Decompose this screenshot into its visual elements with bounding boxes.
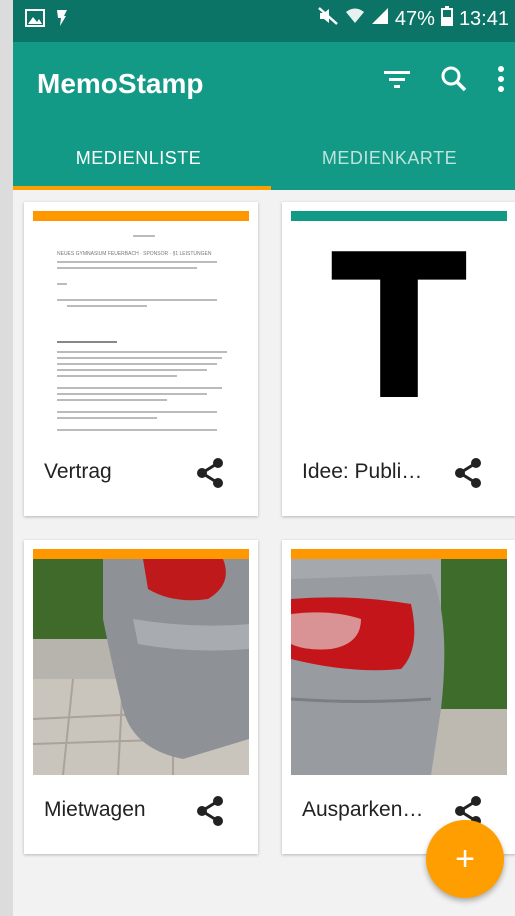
card-title: Ausparken…: [302, 798, 424, 821]
plus-icon: +: [455, 839, 475, 878]
card-accent-bar: [33, 549, 249, 559]
tab-indicator: [13, 186, 271, 190]
screen: 47% 13:41 MemoStamp MEDIENLISTE MEDIENKA…: [13, 0, 515, 916]
wifi-icon: [345, 7, 365, 31]
photo-thumbnail: [291, 559, 507, 775]
thumb-letter: T: [330, 221, 468, 437]
app-title: MemoStamp: [37, 68, 204, 99]
document-header-text: NEUES GYMNASIUM FEUERBACH · SPONSOR · §1…: [57, 251, 212, 257]
status-bar: 47% 13:41: [13, 0, 515, 42]
card-title: Mietwagen: [44, 798, 146, 821]
photo-thumbnail: [33, 559, 249, 775]
signal-icon: [371, 7, 389, 31]
app-bar: MemoStamp: [13, 42, 515, 126]
share-icon[interactable]: [454, 458, 482, 493]
app-notification-icon: [55, 8, 69, 33]
clock: 13:41: [458, 7, 509, 30]
document-thumbnail: NEUES GYMNASIUM FEUERBACH · SPONSOR · §1…: [33, 221, 249, 437]
tab-bar: MEDIENLISTE MEDIENKARTE: [13, 126, 515, 190]
card-accent-bar: [291, 211, 507, 221]
overflow-menu-icon[interactable]: [497, 66, 505, 97]
battery-icon: [440, 6, 453, 32]
add-media-button[interactable]: +: [426, 820, 504, 898]
mute-icon: [317, 6, 339, 32]
media-card-ausparken[interactable]: Ausparken…: [282, 540, 515, 854]
letter-thumbnail: T: [291, 221, 507, 437]
card-title: Idee: Publi…: [302, 460, 423, 483]
search-icon[interactable]: [441, 66, 467, 97]
card-accent-bar: [291, 549, 507, 559]
filter-icon[interactable]: [383, 68, 411, 95]
media-card-idee[interactable]: T Idee: Publi…: [282, 202, 515, 516]
card-title: Vertrag: [44, 460, 112, 483]
share-icon[interactable]: [196, 796, 224, 831]
tab-medienliste[interactable]: MEDIENLISTE: [13, 126, 264, 190]
battery-percent: 47%: [394, 7, 435, 30]
gallery-notification-icon: [25, 9, 45, 32]
card-accent-bar: [33, 211, 249, 221]
media-card-vertrag[interactable]: NEUES GYMNASIUM FEUERBACH · SPONSOR · §1…: [24, 202, 258, 516]
share-icon[interactable]: [196, 458, 224, 493]
tab-medienkarte[interactable]: MEDIENKARTE: [264, 126, 515, 190]
media-card-mietwagen[interactable]: Mietwagen: [24, 540, 258, 854]
